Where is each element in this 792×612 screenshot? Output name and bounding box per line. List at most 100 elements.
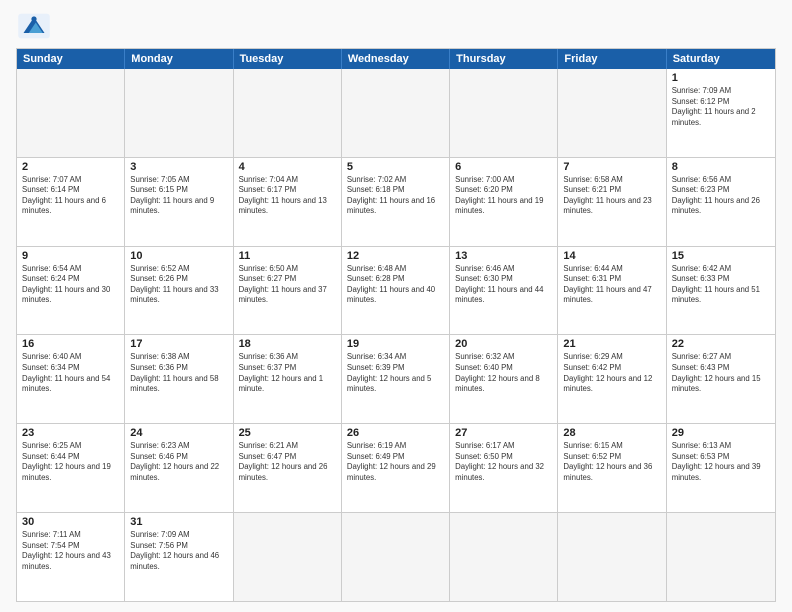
calendar-day-28: 28 Sunrise: 6:15 AM Sunset: 6:52 PM Dayli…: [558, 424, 666, 512]
day-info: Sunrise: 6:29 AM Sunset: 6:42 PM Dayligh…: [563, 352, 660, 394]
calendar-empty-cell: [342, 513, 450, 601]
day-number: 4: [239, 161, 336, 173]
header-day-friday: Friday: [558, 49, 666, 69]
calendar-day-4: 4 Sunrise: 7:04 AM Sunset: 6:17 PM Daylig…: [234, 158, 342, 246]
day-info: Sunrise: 7:05 AM Sunset: 6:15 PM Dayligh…: [130, 175, 227, 217]
calendar-week-3: 9Sunrise: 6:54 AM Sunset: 6:24 PM Daylig…: [17, 247, 775, 336]
day-number: 9: [22, 250, 119, 262]
calendar-day-12: 12 Sunrise: 6:48 AM Sunset: 6:28 PM Dayli…: [342, 247, 450, 335]
day-number: 19: [347, 338, 444, 350]
logo: [16, 12, 56, 40]
calendar-week-1: 1Sunrise: 7:09 AM Sunset: 6:12 PM Daylig…: [17, 69, 775, 158]
calendar-empty-cell: [17, 69, 125, 157]
day-number: 16: [22, 338, 119, 350]
day-number: 18: [239, 338, 336, 350]
calendar-empty-cell: [450, 513, 558, 601]
day-number: 14: [563, 250, 660, 262]
calendar-day-29: 29 Sunrise: 6:13 AM Sunset: 6:53 PM Dayli…: [667, 424, 775, 512]
calendar-empty-cell: [342, 69, 450, 157]
header-day-saturday: Saturday: [667, 49, 775, 69]
logo-icon: [16, 12, 52, 40]
day-info: Sunrise: 6:17 AM Sunset: 6:50 PM Dayligh…: [455, 441, 552, 483]
day-number: 7: [563, 161, 660, 173]
day-info: Sunrise: 7:04 AM Sunset: 6:17 PM Dayligh…: [239, 175, 336, 217]
calendar-day-23: 23 Sunrise: 6:25 AM Sunset: 6:44 PM Dayli…: [17, 424, 125, 512]
day-info: Sunrise: 7:00 AM Sunset: 6:20 PM Dayligh…: [455, 175, 552, 217]
day-number: 30: [22, 516, 119, 528]
calendar-day-14: 14 Sunrise: 6:44 AM Sunset: 6:31 PM Dayli…: [558, 247, 666, 335]
calendar-day-30: 30 Sunrise: 7:11 AM Sunset: 7:54 PM Dayli…: [17, 513, 125, 601]
calendar-day-7: 7 Sunrise: 6:58 AM Sunset: 6:21 PM Daylig…: [558, 158, 666, 246]
calendar-day-17: 17Sunrise: 6:38 AM Sunset: 6:36 PM Dayli…: [125, 335, 233, 423]
day-info: Sunrise: 6:44 AM Sunset: 6:31 PM Dayligh…: [563, 264, 660, 306]
calendar-week-5: 23 Sunrise: 6:25 AM Sunset: 6:44 PM Dayli…: [17, 424, 775, 513]
day-number: 20: [455, 338, 552, 350]
page-header: [16, 12, 776, 40]
day-info: Sunrise: 6:48 AM Sunset: 6:28 PM Dayligh…: [347, 264, 444, 306]
day-info: Sunrise: 6:36 AM Sunset: 6:37 PM Dayligh…: [239, 352, 336, 394]
calendar-day-3: 3 Sunrise: 7:05 AM Sunset: 6:15 PM Daylig…: [125, 158, 233, 246]
calendar-day-22: 22 Sunrise: 6:27 AM Sunset: 6:43 PM Dayli…: [667, 335, 775, 423]
day-info: Sunrise: 6:32 AM Sunset: 6:40 PM Dayligh…: [455, 352, 552, 394]
day-info: Sunrise: 6:50 AM Sunset: 6:27 PM Dayligh…: [239, 264, 336, 306]
calendar-empty-cell: [234, 513, 342, 601]
day-info: Sunrise: 6:42 AM Sunset: 6:33 PM Dayligh…: [672, 264, 770, 306]
day-info: Sunrise: 6:13 AM Sunset: 6:53 PM Dayligh…: [672, 441, 770, 483]
calendar-day-6: 6 Sunrise: 7:00 AM Sunset: 6:20 PM Daylig…: [450, 158, 558, 246]
day-info: Sunrise: 6:56 AM Sunset: 6:23 PM Dayligh…: [672, 175, 770, 217]
calendar-day-11: 11 Sunrise: 6:50 AM Sunset: 6:27 PM Dayli…: [234, 247, 342, 335]
day-info: Sunrise: 6:21 AM Sunset: 6:47 PM Dayligh…: [239, 441, 336, 483]
calendar-empty-cell: [450, 69, 558, 157]
header-day-monday: Monday: [125, 49, 233, 69]
day-number: 6: [455, 161, 552, 173]
calendar-day-15: 15 Sunrise: 6:42 AM Sunset: 6:33 PM Dayli…: [667, 247, 775, 335]
day-info: Sunrise: 6:58 AM Sunset: 6:21 PM Dayligh…: [563, 175, 660, 217]
calendar-day-16: 16 Sunrise: 6:40 AM Sunset: 6:34 PM Dayli…: [17, 335, 125, 423]
day-info: Sunrise: 7:11 AM Sunset: 7:54 PM Dayligh…: [22, 530, 119, 572]
calendar-empty-cell: [558, 513, 666, 601]
day-number: 28: [563, 427, 660, 439]
day-info: Sunrise: 7:02 AM Sunset: 6:18 PM Dayligh…: [347, 175, 444, 217]
day-info: Sunrise: 7:07 AM Sunset: 6:14 PM Dayligh…: [22, 175, 119, 217]
calendar-week-6: 30 Sunrise: 7:11 AM Sunset: 7:54 PM Dayli…: [17, 513, 775, 601]
day-info: Sunrise: 6:25 AM Sunset: 6:44 PM Dayligh…: [22, 441, 119, 483]
calendar-day-9: 9Sunrise: 6:54 AM Sunset: 6:24 PM Daylig…: [17, 247, 125, 335]
day-number: 17: [130, 338, 227, 350]
day-number: 3: [130, 161, 227, 173]
day-number: 21: [563, 338, 660, 350]
day-number: 5: [347, 161, 444, 173]
day-info: Sunrise: 7:09 AM Sunset: 6:12 PM Dayligh…: [672, 86, 770, 128]
calendar-day-1: 1Sunrise: 7:09 AM Sunset: 6:12 PM Daylig…: [667, 69, 775, 157]
day-number: 27: [455, 427, 552, 439]
day-info: Sunrise: 6:27 AM Sunset: 6:43 PM Dayligh…: [672, 352, 770, 394]
day-number: 22: [672, 338, 770, 350]
day-info: Sunrise: 6:23 AM Sunset: 6:46 PM Dayligh…: [130, 441, 227, 483]
day-number: 8: [672, 161, 770, 173]
calendar-empty-cell: [125, 69, 233, 157]
calendar-body: 1Sunrise: 7:09 AM Sunset: 6:12 PM Daylig…: [17, 69, 775, 601]
day-info: Sunrise: 6:52 AM Sunset: 6:26 PM Dayligh…: [130, 264, 227, 306]
day-number: 12: [347, 250, 444, 262]
header-day-thursday: Thursday: [450, 49, 558, 69]
calendar-day-19: 19Sunrise: 6:34 AM Sunset: 6:39 PM Dayli…: [342, 335, 450, 423]
calendar-empty-cell: [667, 513, 775, 601]
calendar-empty-cell: [234, 69, 342, 157]
calendar-day-31: 31Sunrise: 7:09 AM Sunset: 7:56 PM Dayli…: [125, 513, 233, 601]
day-info: Sunrise: 6:15 AM Sunset: 6:52 PM Dayligh…: [563, 441, 660, 483]
day-number: 23: [22, 427, 119, 439]
day-number: 29: [672, 427, 770, 439]
calendar-day-25: 25Sunrise: 6:21 AM Sunset: 6:47 PM Dayli…: [234, 424, 342, 512]
calendar-day-20: 20 Sunrise: 6:32 AM Sunset: 6:40 PM Dayli…: [450, 335, 558, 423]
calendar-day-2: 2Sunrise: 7:07 AM Sunset: 6:14 PM Daylig…: [17, 158, 125, 246]
calendar-week-2: 2Sunrise: 7:07 AM Sunset: 6:14 PM Daylig…: [17, 158, 775, 247]
calendar-day-8: 8 Sunrise: 6:56 AM Sunset: 6:23 PM Daylig…: [667, 158, 775, 246]
calendar-day-21: 21 Sunrise: 6:29 AM Sunset: 6:42 PM Dayli…: [558, 335, 666, 423]
calendar-day-5: 5 Sunrise: 7:02 AM Sunset: 6:18 PM Daylig…: [342, 158, 450, 246]
day-number: 15: [672, 250, 770, 262]
day-info: Sunrise: 7:09 AM Sunset: 7:56 PM Dayligh…: [130, 530, 227, 572]
day-number: 10: [130, 250, 227, 262]
calendar-week-4: 16 Sunrise: 6:40 AM Sunset: 6:34 PM Dayli…: [17, 335, 775, 424]
day-number: 11: [239, 250, 336, 262]
day-info: Sunrise: 6:40 AM Sunset: 6:34 PM Dayligh…: [22, 352, 119, 394]
calendar-day-26: 26Sunrise: 6:19 AM Sunset: 6:49 PM Dayli…: [342, 424, 450, 512]
